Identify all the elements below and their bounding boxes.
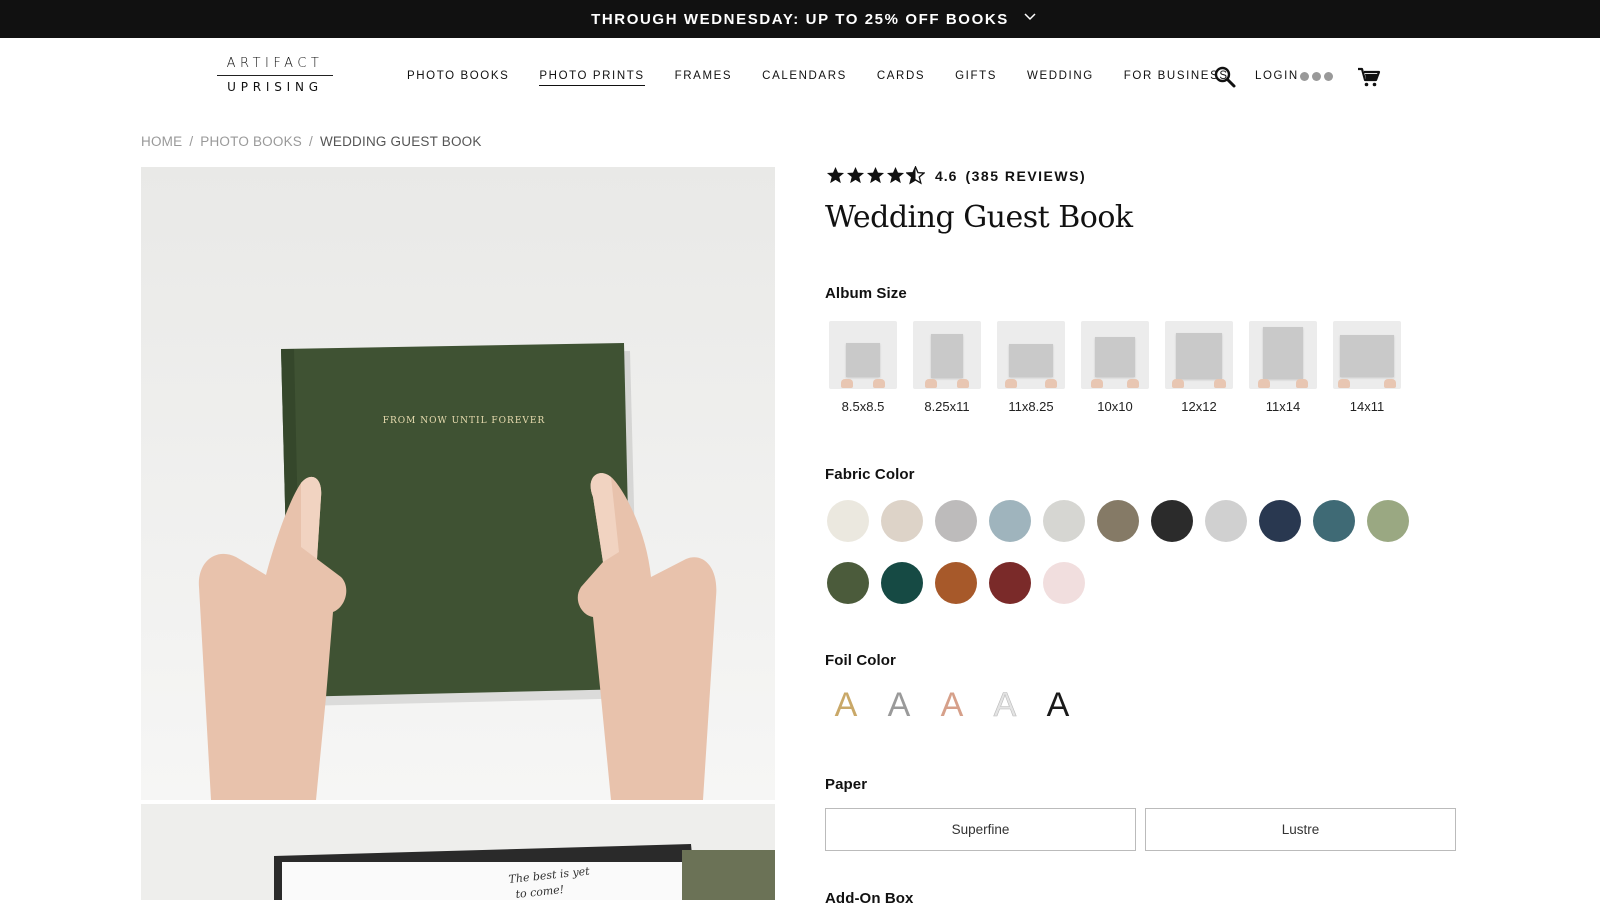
nav-photo-books[interactable]: PHOTO BOOKS [407, 70, 509, 86]
foil-option-black[interactable]: A [1044, 687, 1072, 723]
fabric-swatch[interactable] [1259, 500, 1301, 542]
size-label: 11x8.25 [1008, 399, 1054, 414]
fabric-swatch[interactable] [935, 562, 977, 604]
size-label: 8.5x8.5 [841, 399, 885, 414]
breadcrumb: HOME / PHOTO BOOKS / WEDDING GUEST BOOK [141, 134, 482, 149]
nav-cards[interactable]: CARDS [877, 70, 925, 86]
album-size-label: Album Size [825, 285, 907, 302]
breadcrumb-current: WEDDING GUEST BOOK [319, 134, 482, 149]
fabric-swatch[interactable] [827, 562, 869, 604]
nav-gifts[interactable]: GIFTS [955, 70, 997, 86]
foil-option-gold[interactable]: A [832, 687, 860, 723]
promo-banner[interactable]: THROUGH WEDNESDAY: UP TO 25% OFF BOOKS [0, 0, 1600, 38]
size-option[interactable]: 8.25x11 [913, 321, 981, 414]
fabric-swatches-row-2 [827, 562, 1427, 604]
size-label: 10x10 [1097, 399, 1133, 414]
logo-line-1: ARTIFACT [226, 56, 324, 71]
fabric-swatch[interactable] [881, 562, 923, 604]
star-icon [866, 166, 885, 184]
product-image-main[interactable]: FROM NOW UNTIL FOREVER [141, 167, 775, 800]
size-thumbnail [1249, 321, 1317, 389]
cover-foil-text: FROM NOW UNTIL FOREVER [383, 416, 546, 426]
product-rating[interactable]: 4.6 (385 REVIEWS) [826, 166, 1086, 185]
star-icon [826, 166, 845, 184]
size-thumbnail [913, 321, 981, 389]
star-icon [846, 166, 865, 184]
breadcrumb-separator: / [189, 134, 194, 149]
size-thumbnail [829, 321, 897, 389]
breadcrumb-photo-books[interactable]: PHOTO BOOKS [200, 134, 302, 149]
rating-value: 4.6 [935, 167, 958, 184]
nav-frames[interactable]: FRAMES [675, 70, 733, 86]
fabric-swatch[interactable] [1043, 562, 1085, 604]
cart-icon[interactable] [1357, 66, 1381, 88]
fabric-swatch[interactable] [989, 500, 1031, 542]
foil-color-label: Foil Color [825, 652, 896, 669]
size-label: 11x14 [1265, 399, 1301, 414]
size-thumbnail [1165, 321, 1233, 389]
fabric-swatch[interactable] [989, 562, 1031, 604]
paper-lustre-button[interactable]: Lustre [1145, 808, 1456, 851]
fabric-swatch[interactable] [1367, 500, 1409, 542]
fabric-color-label: Fabric Color [825, 466, 915, 483]
size-label: 8.25x11 [924, 399, 970, 414]
paper-label: Paper [825, 776, 868, 793]
half-star-icon [906, 166, 925, 185]
book-cover [281, 343, 632, 697]
reviews-link[interactable]: (385 REVIEWS) [965, 168, 1086, 184]
foil-option-rose-gold[interactable]: A [938, 687, 966, 723]
size-label: 14x11 [1349, 399, 1385, 414]
star-icon [886, 166, 905, 184]
foil-option-white[interactable]: A [991, 687, 1019, 724]
main-nav: PHOTO BOOKS PHOTO PRINTS FRAMES CALENDAR… [407, 70, 1259, 86]
size-thumbnail [1333, 321, 1401, 389]
logo-divider [217, 75, 333, 76]
fabric-swatch[interactable] [881, 500, 923, 542]
star-rating [826, 166, 925, 185]
paper-options: Superfine Lustre [825, 808, 1456, 851]
size-label: 12x12 [1181, 399, 1217, 414]
fabric-swatch[interactable] [1097, 500, 1139, 542]
open-book-photo: The best is yet to come! [141, 804, 775, 900]
fabric-swatch[interactable] [935, 500, 977, 542]
fabric-swatches-row-1 [827, 500, 1427, 542]
product-photo: FROM NOW UNTIL FOREVER [141, 167, 775, 800]
logo-line-2: UPRISING [227, 80, 323, 94]
size-option[interactable]: 12x12 [1165, 321, 1233, 414]
size-option[interactable]: 10x10 [1081, 321, 1149, 414]
size-option[interactable]: 11x8.25 [997, 321, 1065, 414]
size-thumbnail [1081, 321, 1149, 389]
size-thumbnail [997, 321, 1065, 389]
size-option[interactable]: 8.5x8.5 [829, 321, 897, 414]
fabric-swatch[interactable] [1313, 500, 1355, 542]
add-on-box-label: Add-On Box [825, 890, 914, 907]
fabric-swatch[interactable] [1205, 500, 1247, 542]
chevron-down-icon[interactable] [1022, 9, 1038, 25]
fabric-swatch[interactable] [1043, 500, 1085, 542]
paper-superfine-button[interactable]: Superfine [825, 808, 1136, 851]
size-option[interactable]: 14x11 [1333, 321, 1401, 414]
promo-text: THROUGH WEDNESDAY: UP TO 25% OFF BOOKS [591, 10, 1009, 28]
search-icon[interactable] [1213, 65, 1237, 89]
breadcrumb-separator: / [309, 134, 313, 149]
album-size-options: 8.5x8.5 8.25x11 11x8.25 10x10 12x12 11x1… [829, 321, 1401, 414]
nav-wedding[interactable]: WEDDING [1027, 70, 1094, 86]
login-link[interactable]: LOGIN [1255, 70, 1299, 82]
foil-options: AAAAA [832, 687, 1072, 724]
site-logo[interactable]: ARTIFACT UPRISING [217, 56, 333, 96]
foil-option-silver[interactable]: A [885, 687, 913, 723]
product-title: Wedding Guest Book [825, 200, 1133, 235]
fabric-swatch[interactable] [1151, 500, 1193, 542]
breadcrumb-home[interactable]: HOME [141, 134, 182, 149]
nav-calendars[interactable]: CALENDARS [762, 70, 847, 86]
size-option[interactable]: 11x14 [1249, 321, 1317, 414]
loading-dots-icon [1300, 72, 1333, 81]
product-image-secondary[interactable]: The best is yet to come! [141, 804, 775, 900]
fabric-swatch[interactable] [827, 500, 869, 542]
nav-photo-prints[interactable]: PHOTO PRINTS [539, 70, 645, 86]
